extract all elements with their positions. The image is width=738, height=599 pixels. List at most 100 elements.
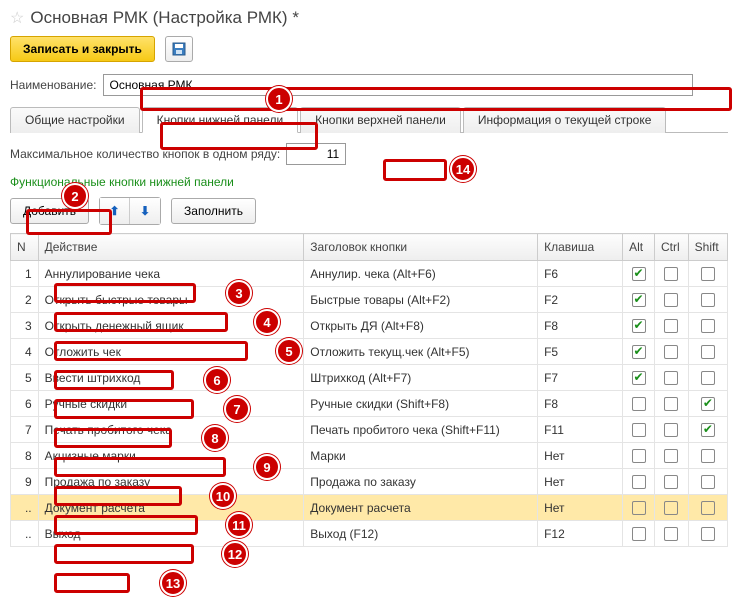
checkbox[interactable] <box>632 501 646 515</box>
cell-n[interactable]: 9 <box>11 469 39 495</box>
cell-title[interactable]: Отложить текущ.чек (Alt+F5) <box>304 339 538 365</box>
checkbox[interactable] <box>632 345 646 359</box>
cell-alt[interactable] <box>623 417 655 443</box>
cell-action[interactable]: Акцизные марки <box>38 443 304 469</box>
checkbox[interactable] <box>701 293 715 307</box>
checkbox[interactable] <box>701 527 715 541</box>
checkbox[interactable] <box>664 423 678 437</box>
cell-key[interactable]: F8 <box>538 313 623 339</box>
cell-shift[interactable] <box>688 365 727 391</box>
table-row[interactable]: 4Отложить чекОтложить текущ.чек (Alt+F5)… <box>11 339 728 365</box>
cell-key[interactable]: F12 <box>538 521 623 547</box>
checkbox[interactable] <box>664 449 678 463</box>
cell-key[interactable]: F6 <box>538 261 623 287</box>
cell-title[interactable]: Открыть ДЯ (Alt+F8) <box>304 313 538 339</box>
cell-action[interactable]: Документ расчета <box>38 495 304 521</box>
cell-ctrl[interactable] <box>654 287 688 313</box>
col-title[interactable]: Заголовок кнопки <box>304 234 538 261</box>
cell-title[interactable]: Продажа по заказу <box>304 469 538 495</box>
cell-shift[interactable] <box>688 261 727 287</box>
cell-n[interactable]: 4 <box>11 339 39 365</box>
cell-alt[interactable] <box>623 495 655 521</box>
cell-shift[interactable] <box>688 469 727 495</box>
cell-title[interactable]: Документ расчета <box>304 495 538 521</box>
cell-key[interactable]: F8 <box>538 391 623 417</box>
checkbox[interactable] <box>701 397 715 411</box>
move-down-button[interactable]: ⬇ <box>130 198 160 224</box>
checkbox[interactable] <box>632 423 646 437</box>
checkbox[interactable] <box>701 267 715 281</box>
cell-title[interactable]: Быстрые товары (Alt+F2) <box>304 287 538 313</box>
table-row[interactable]: 5Ввести штрихкодШтрихкод (Alt+F7)F7 <box>11 365 728 391</box>
cell-n[interactable]: 2 <box>11 287 39 313</box>
checkbox[interactable] <box>701 475 715 489</box>
checkbox[interactable] <box>664 293 678 307</box>
cell-ctrl[interactable] <box>654 313 688 339</box>
cell-key[interactable]: Нет <box>538 443 623 469</box>
cell-title[interactable]: Марки <box>304 443 538 469</box>
cell-n[interactable]: 8 <box>11 443 39 469</box>
table-row[interactable]: 3Открыть денежный ящикОткрыть ДЯ (Alt+F8… <box>11 313 728 339</box>
tab-top-buttons[interactable]: Кнопки верхней панели <box>300 107 461 133</box>
cell-title[interactable]: Штрихкод (Alt+F7) <box>304 365 538 391</box>
checkbox[interactable] <box>701 371 715 385</box>
cell-n[interactable]: .. <box>11 521 39 547</box>
save-button[interactable] <box>165 36 193 62</box>
cell-n[interactable]: 7 <box>11 417 39 443</box>
checkbox[interactable] <box>632 293 646 307</box>
table-row[interactable]: 8Акцизные маркиМаркиНет <box>11 443 728 469</box>
buttons-table[interactable]: N Действие Заголовок кнопки Клавиша Alt … <box>10 233 728 547</box>
checkbox[interactable] <box>701 501 715 515</box>
cell-shift[interactable] <box>688 417 727 443</box>
cell-title[interactable]: Печать пробитого чека (Shift+F11) <box>304 417 538 443</box>
checkbox[interactable] <box>632 527 646 541</box>
checkbox[interactable] <box>632 319 646 333</box>
name-input[interactable] <box>103 74 693 96</box>
cell-action[interactable]: Ручные скидки <box>38 391 304 417</box>
checkbox[interactable] <box>632 397 646 411</box>
table-row[interactable]: ..Документ расчетаДокумент расчетаНет <box>11 495 728 521</box>
save-close-button[interactable]: Записать и закрыть <box>10 36 155 62</box>
cell-title[interactable]: Выход (F12) <box>304 521 538 547</box>
cell-ctrl[interactable] <box>654 417 688 443</box>
cell-ctrl[interactable] <box>654 339 688 365</box>
checkbox[interactable] <box>701 423 715 437</box>
cell-action[interactable]: Открыть денежный ящик <box>38 313 304 339</box>
tab-row-info[interactable]: Информация о текущей строке <box>463 107 667 133</box>
col-shift[interactable]: Shift <box>688 234 727 261</box>
checkbox[interactable] <box>632 371 646 385</box>
checkbox[interactable] <box>664 501 678 515</box>
cell-action[interactable]: Выход <box>38 521 304 547</box>
cell-action[interactable]: Продажа по заказу <box>38 469 304 495</box>
checkbox[interactable] <box>701 345 715 359</box>
cell-key[interactable]: F5 <box>538 339 623 365</box>
cell-ctrl[interactable] <box>654 495 688 521</box>
cell-alt[interactable] <box>623 469 655 495</box>
table-row[interactable]: 1Аннулирование чекаАннулир. чека (Alt+F6… <box>11 261 728 287</box>
cell-alt[interactable] <box>623 365 655 391</box>
cell-action[interactable]: Ввести штрихкод <box>38 365 304 391</box>
cell-ctrl[interactable] <box>654 521 688 547</box>
col-action[interactable]: Действие <box>38 234 304 261</box>
cell-ctrl[interactable] <box>654 391 688 417</box>
cell-title[interactable]: Ручные скидки (Shift+F8) <box>304 391 538 417</box>
cell-shift[interactable] <box>688 391 727 417</box>
fill-button[interactable]: Заполнить <box>171 198 256 224</box>
cell-n[interactable]: .. <box>11 495 39 521</box>
cell-ctrl[interactable] <box>654 443 688 469</box>
checkbox[interactable] <box>632 449 646 463</box>
cell-shift[interactable] <box>688 521 727 547</box>
table-row[interactable]: 7Печать пробитого чекаПечать пробитого ч… <box>11 417 728 443</box>
cell-alt[interactable] <box>623 521 655 547</box>
cell-alt[interactable] <box>623 287 655 313</box>
checkbox[interactable] <box>664 397 678 411</box>
cell-shift[interactable] <box>688 339 727 365</box>
cell-title[interactable]: Аннулир. чека (Alt+F6) <box>304 261 538 287</box>
cell-shift[interactable] <box>688 313 727 339</box>
checkbox[interactable] <box>632 475 646 489</box>
tab-general[interactable]: Общие настройки <box>10 107 140 133</box>
cell-alt[interactable] <box>623 313 655 339</box>
cell-shift[interactable] <box>688 287 727 313</box>
col-n[interactable]: N <box>11 234 39 261</box>
col-alt[interactable]: Alt <box>623 234 655 261</box>
